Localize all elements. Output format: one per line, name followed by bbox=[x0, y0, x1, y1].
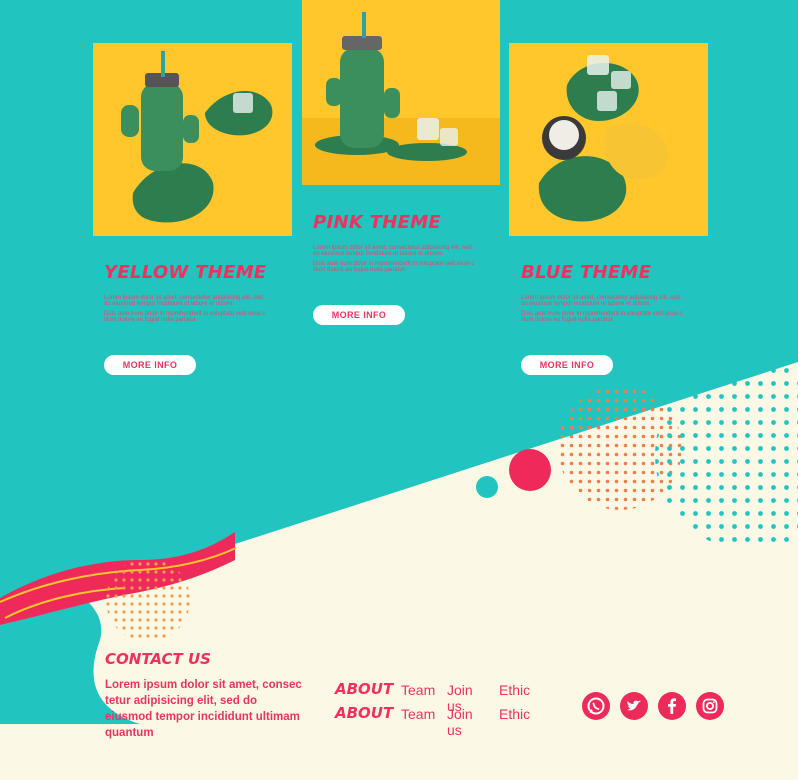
about-label: ABOUT bbox=[335, 704, 394, 722]
pink-more-info-button[interactable]: MORE INFO bbox=[313, 305, 405, 325]
instagram-icon[interactable] bbox=[696, 692, 724, 720]
yellow-theme-image bbox=[93, 43, 292, 236]
blue-theme-title: BLUE THEME bbox=[521, 262, 652, 283]
yellow-theme-description: Lorem ipsum dolor sit amet, consectetur … bbox=[104, 295, 266, 327]
contact-us-title: CONTACT US bbox=[105, 650, 211, 668]
ethic-link[interactable]: Ethic bbox=[499, 682, 530, 698]
pink-theme-text-2: Duis aute irure dolor in reprehenderit i… bbox=[313, 260, 475, 274]
pink-theme-text-1: Lorem ipsum dolor sit amet, consectetur … bbox=[313, 245, 472, 258]
twitter-icon[interactable] bbox=[620, 692, 648, 720]
yellow-more-info-button[interactable]: MORE INFO bbox=[104, 355, 196, 375]
blue-theme-text-1: Lorem ipsum dolor sit amet, consectetur … bbox=[521, 295, 680, 308]
blue-theme-description: Lorem ipsum dolor sit amet, consectetur … bbox=[521, 295, 683, 327]
blue-theme-text-2: Duis aute irure dolor in reprehenderit i… bbox=[521, 310, 683, 324]
join-us-link[interactable]: Join us bbox=[447, 706, 473, 738]
team-link[interactable]: Team bbox=[401, 682, 435, 698]
pink-theme-description: Lorem ipsum dolor sit amet, consectetur … bbox=[313, 245, 475, 277]
pink-theme-image bbox=[302, 0, 500, 185]
yellow-theme-text-2: Duis aute irure dolor in reprehenderit i… bbox=[104, 310, 266, 324]
about-label: ABOUT bbox=[335, 680, 394, 698]
blue-theme-image bbox=[509, 43, 708, 236]
facebook-icon[interactable] bbox=[658, 692, 686, 720]
yellow-theme-text-1: Lorem ipsum dolor sit amet, consectetur … bbox=[104, 295, 263, 308]
whatsapp-icon[interactable] bbox=[582, 692, 610, 720]
team-link[interactable]: Team bbox=[401, 706, 435, 722]
pink-theme-title: PINK THEME bbox=[313, 212, 442, 233]
yellow-theme-title: YELLOW THEME bbox=[104, 262, 267, 283]
ethic-link[interactable]: Ethic bbox=[499, 706, 530, 722]
contact-us-text: Lorem ipsum dolor sit amet, consec tetur… bbox=[105, 679, 302, 739]
blue-more-info-button[interactable]: MORE INFO bbox=[521, 355, 613, 375]
